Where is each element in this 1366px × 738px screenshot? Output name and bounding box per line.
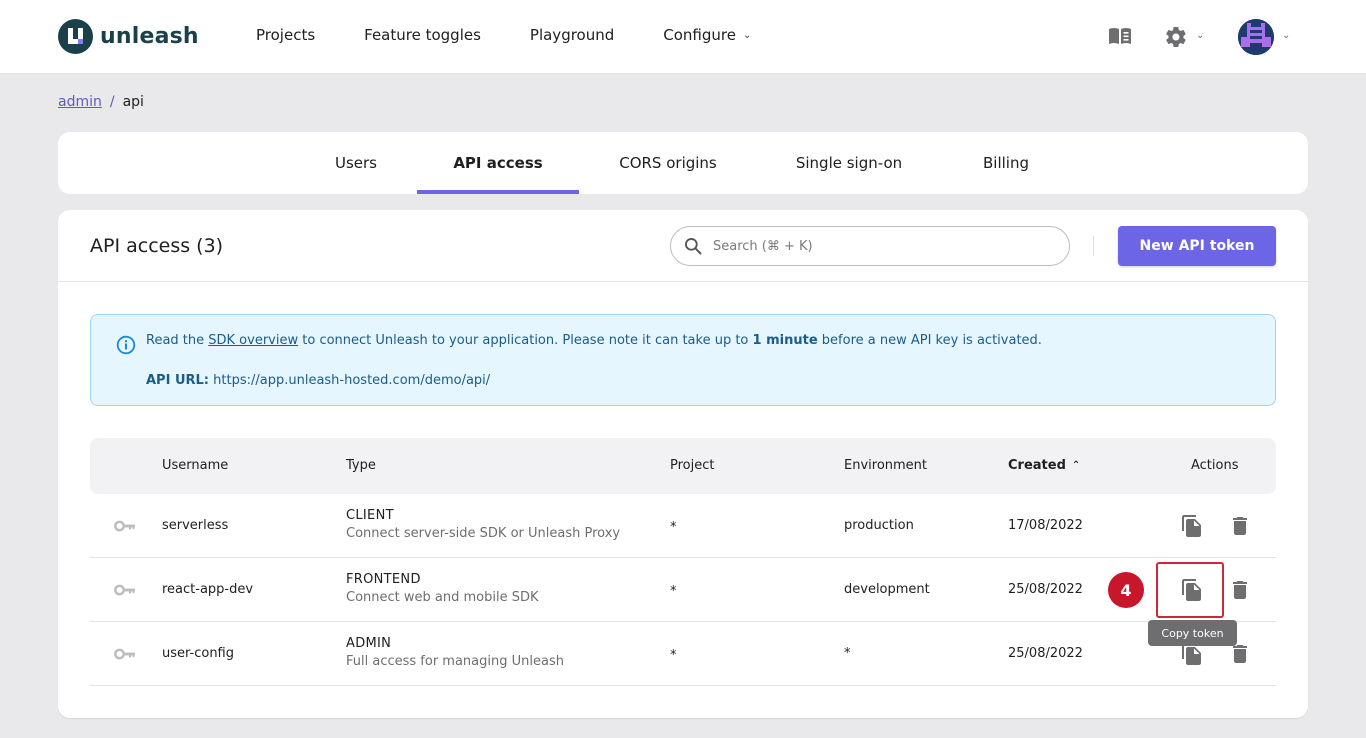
column-header-environment[interactable]: Environment (844, 458, 927, 473)
token-type: CLIENT Connect server-side SDK or Unleas… (346, 508, 620, 541)
token-project: * (670, 648, 677, 663)
tab-label: CORS origins (619, 154, 717, 172)
unleash-logo-icon (58, 19, 93, 54)
chevron-down-icon: ⌄ (742, 29, 752, 41)
tab-api-access[interactable]: API access (417, 132, 579, 194)
token-environment: * (844, 646, 851, 661)
alert-text: Read the (146, 333, 209, 348)
sdk-overview-link[interactable]: SDK overview (208, 333, 298, 348)
token-project: * (670, 584, 677, 599)
user-avatar[interactable] (1238, 19, 1274, 55)
token-username: user-config (162, 646, 234, 661)
documentation-book-icon[interactable] (1108, 27, 1132, 45)
alert-text: to connect Unleash to your application. … (298, 333, 753, 348)
search-box[interactable] (670, 226, 1070, 266)
table-row: react-app-dev FRONTEND Connect web and m… (90, 558, 1276, 622)
nav-label: Configure (663, 26, 736, 44)
admin-tabs: Users API access CORS origins Single sig… (58, 132, 1308, 194)
nav-label: Projects (256, 26, 316, 44)
api-url-line: API URL: https://app.unleash-hosted.com/… (146, 373, 490, 388)
tab-label: API access (453, 154, 543, 172)
token-created-date: 17/08/2022 (1008, 518, 1083, 533)
token-type-description: Full access for managing Unleash (346, 654, 564, 669)
nav-projects[interactable]: Projects (256, 26, 315, 44)
column-header-created[interactable]: Created ⌃ (1008, 458, 1080, 473)
sort-ascending-icon: ⌃ (1071, 460, 1081, 471)
tab-label: Billing (983, 154, 1029, 172)
copy-token-icon[interactable] (1180, 514, 1204, 538)
copy-token-tooltip: Copy token (1148, 620, 1237, 646)
column-header-type[interactable]: Type (346, 458, 376, 473)
token-created-date: 25/08/2022 (1008, 582, 1083, 597)
tab-single-sign-on[interactable]: Single sign-on (775, 132, 923, 194)
token-type-name: CLIENT (346, 508, 394, 523)
table-header: Username Type Project Environment Create… (90, 438, 1276, 494)
tab-users[interactable]: Users (315, 132, 397, 194)
settings-gear-icon[interactable] (1164, 25, 1188, 49)
table-row: user-config ADMIN Full access for managi… (90, 622, 1276, 686)
token-type: FRONTEND Connect web and mobile SDK (346, 572, 539, 605)
settings-chevron-down-icon[interactable]: ⌄ (1196, 30, 1204, 41)
api-url-value: https://app.unleash-hosted.com/demo/api/ (213, 373, 491, 388)
nav-label: Feature toggles (364, 26, 481, 44)
token-type-name: ADMIN (346, 636, 392, 651)
api-url-label: API URL: (146, 373, 210, 388)
new-api-token-button[interactable]: New API token (1118, 226, 1276, 266)
nav-feature-toggles[interactable]: Feature toggles (364, 26, 481, 44)
token-username: react-app-dev (162, 582, 254, 597)
breadcrumb-separator: / (109, 94, 115, 110)
breadcrumb: admin / api (58, 94, 144, 110)
highlight-box (1156, 562, 1224, 618)
info-icon (116, 335, 136, 355)
user-menu-chevron-down-icon[interactable]: ⌄ (1282, 30, 1290, 41)
tab-cors-origins[interactable]: CORS origins (599, 132, 737, 194)
nav-label: Playground (529, 26, 615, 44)
api-tokens-table: Username Type Project Environment Create… (90, 438, 1276, 686)
column-header-username[interactable]: Username (162, 458, 228, 473)
delete-token-icon[interactable] (1228, 514, 1252, 538)
alert-bold-text: 1 minute (752, 333, 818, 348)
column-header-label: Created (1008, 458, 1066, 473)
nav-playground[interactable]: Playground (530, 26, 614, 44)
search-input[interactable] (713, 238, 1053, 254)
column-header-project[interactable]: Project (670, 458, 714, 473)
token-created-date: 25/08/2022 (1008, 646, 1083, 661)
key-icon (114, 584, 135, 596)
delete-token-icon[interactable] (1228, 578, 1252, 602)
token-type-name: FRONTEND (346, 572, 421, 587)
token-project: * (670, 520, 677, 535)
avatar-image (1238, 19, 1274, 55)
token-username: serverless (162, 518, 229, 533)
info-alert: Read the SDK overview to connect Unleash… (90, 314, 1276, 406)
top-navigation-bar: unleash Projects Feature toggles Playgro… (0, 0, 1366, 74)
token-environment: development (844, 582, 930, 597)
breadcrumb-admin-link[interactable]: admin (58, 94, 102, 110)
key-icon (114, 520, 135, 532)
table-row: serverless CLIENT Connect server-side SD… (90, 494, 1276, 558)
token-environment: production (844, 518, 914, 533)
unleash-logo[interactable]: unleash (58, 19, 199, 54)
tab-label: Single sign-on (795, 154, 903, 172)
token-type-description: Connect server-side SDK or Unleash Proxy (346, 526, 621, 541)
page-title: API access (3) (90, 235, 224, 257)
key-icon (114, 648, 135, 660)
tab-billing[interactable]: Billing (963, 132, 1049, 194)
search-icon (685, 238, 702, 255)
step-badge: 4 (1108, 572, 1144, 608)
tab-label: Users (334, 154, 377, 172)
card-header: API access (3) New API token (58, 210, 1308, 282)
column-header-actions: Actions (1191, 458, 1239, 473)
token-type-description: Connect web and mobile SDK (346, 590, 539, 605)
token-type: ADMIN Full access for managing Unleash (346, 636, 564, 669)
api-access-card: API access (3) New API token Read the SD… (58, 210, 1308, 718)
alert-message: Read the SDK overview to connect Unleash… (146, 333, 1042, 348)
logo-text: unleash (100, 24, 199, 49)
breadcrumb-current: api (122, 94, 144, 110)
alert-text: before a new API key is activated. (817, 333, 1042, 348)
main-nav: Projects Feature toggles Playground Conf… (256, 26, 800, 44)
header-divider (1093, 236, 1094, 256)
nav-configure[interactable]: Configure ⌄ (663, 26, 751, 44)
